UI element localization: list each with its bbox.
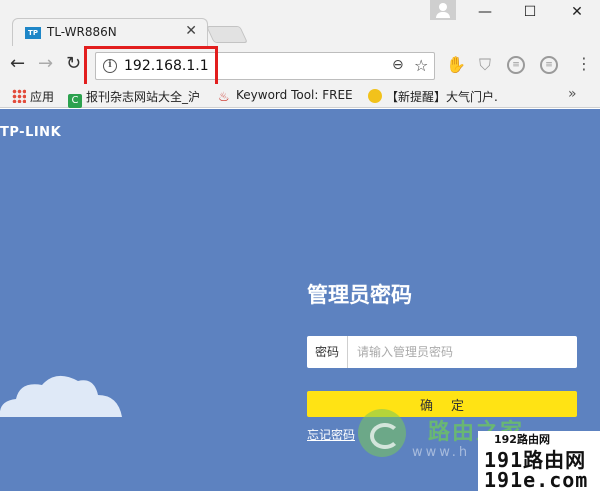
tp-link-favicon-icon: TP — [25, 27, 41, 39]
new-tab-button[interactable] — [206, 26, 248, 43]
password-field[interactable]: 密码 — [307, 336, 577, 368]
bookmarks-overflow-icon[interactable]: » — [568, 86, 577, 102]
watermark-badge-sub: 191e.com — [484, 468, 589, 491]
close-window-button[interactable]: ✕ — [562, 4, 592, 24]
password-label: 密码 — [307, 336, 348, 368]
close-tab-icon[interactable]: ✕ — [185, 23, 197, 39]
forgot-password-link[interactable]: 忘记密码 — [307, 426, 355, 443]
reload-icon[interactable]: ↻ — [66, 55, 81, 73]
bookmark-trophy-icon — [368, 89, 382, 103]
zoom-icon[interactable]: ⊖ — [392, 57, 404, 73]
browser-titlebar: TP TL-WR886N ✕ — ☐ ✕ — [0, 0, 600, 48]
extension-circle-icon-2[interactable]: ≡ — [540, 56, 558, 74]
bookmark-apps-label: 应用 — [30, 90, 55, 104]
watermark-badge: 192路由网 191路由网 191e.com — [478, 431, 600, 491]
login-title: 管理员密码 — [307, 283, 412, 307]
bookmark-c-icon: C — [68, 94, 82, 108]
bookmark-apps[interactable]: 应用 — [12, 88, 54, 105]
apps-grid-icon — [12, 89, 26, 103]
bookmarks-bar: 应用 C 报刊杂志网站大全_沪 ♨ Keyword Tool: FREE 【新提醒】… — [0, 84, 600, 108]
cloud-illustration — [0, 375, 122, 417]
menu-dots-icon[interactable]: ⋮ — [576, 55, 592, 73]
watermark-logo-icon — [358, 409, 406, 457]
bookmark-label: 报刊杂志网站大全_沪 — [86, 90, 201, 104]
profile-icon[interactable] — [430, 0, 456, 20]
minimize-button[interactable]: — — [470, 4, 500, 24]
maximize-button[interactable]: ☐ — [515, 4, 545, 24]
bookmark-label: Keyword Tool: FREE — [236, 88, 353, 102]
bookmark-flame-icon: ♨ — [218, 90, 230, 105]
bookmark-label: 【新提醒】大气门户. — [386, 90, 498, 104]
browser-tab[interactable]: TP TL-WR886N ✕ — [12, 18, 208, 48]
password-input[interactable] — [349, 336, 575, 368]
extension-hand-icon[interactable]: ✋ — [446, 56, 466, 74]
bookmark-item[interactable]: 【新提醒】大气门户. — [368, 88, 498, 105]
bookmark-item[interactable]: ♨ Keyword Tool: FREE — [218, 88, 353, 105]
tab-title: TL-WR886N — [47, 25, 117, 39]
bookmark-item[interactable]: C 报刊杂志网站大全_沪 — [68, 88, 200, 108]
arrow-right-icon[interactable]: → — [38, 55, 53, 73]
extension-shield-icon[interactable]: ⛉ — [476, 56, 494, 74]
arrow-left-icon[interactable]: ← — [10, 55, 25, 73]
tp-link-logo: TP-LINK — [0, 125, 62, 140]
extension-circle-icon[interactable]: ≡ — [507, 56, 525, 74]
watermark-url: www.h — [412, 445, 471, 460]
url-highlight-annotation — [84, 46, 218, 88]
router-login-page: TP-LINK 管理员密码 密码 确定 忘记密码 路由之家 www.h 192路… — [0, 109, 600, 491]
star-icon[interactable]: ☆ — [414, 56, 428, 75]
